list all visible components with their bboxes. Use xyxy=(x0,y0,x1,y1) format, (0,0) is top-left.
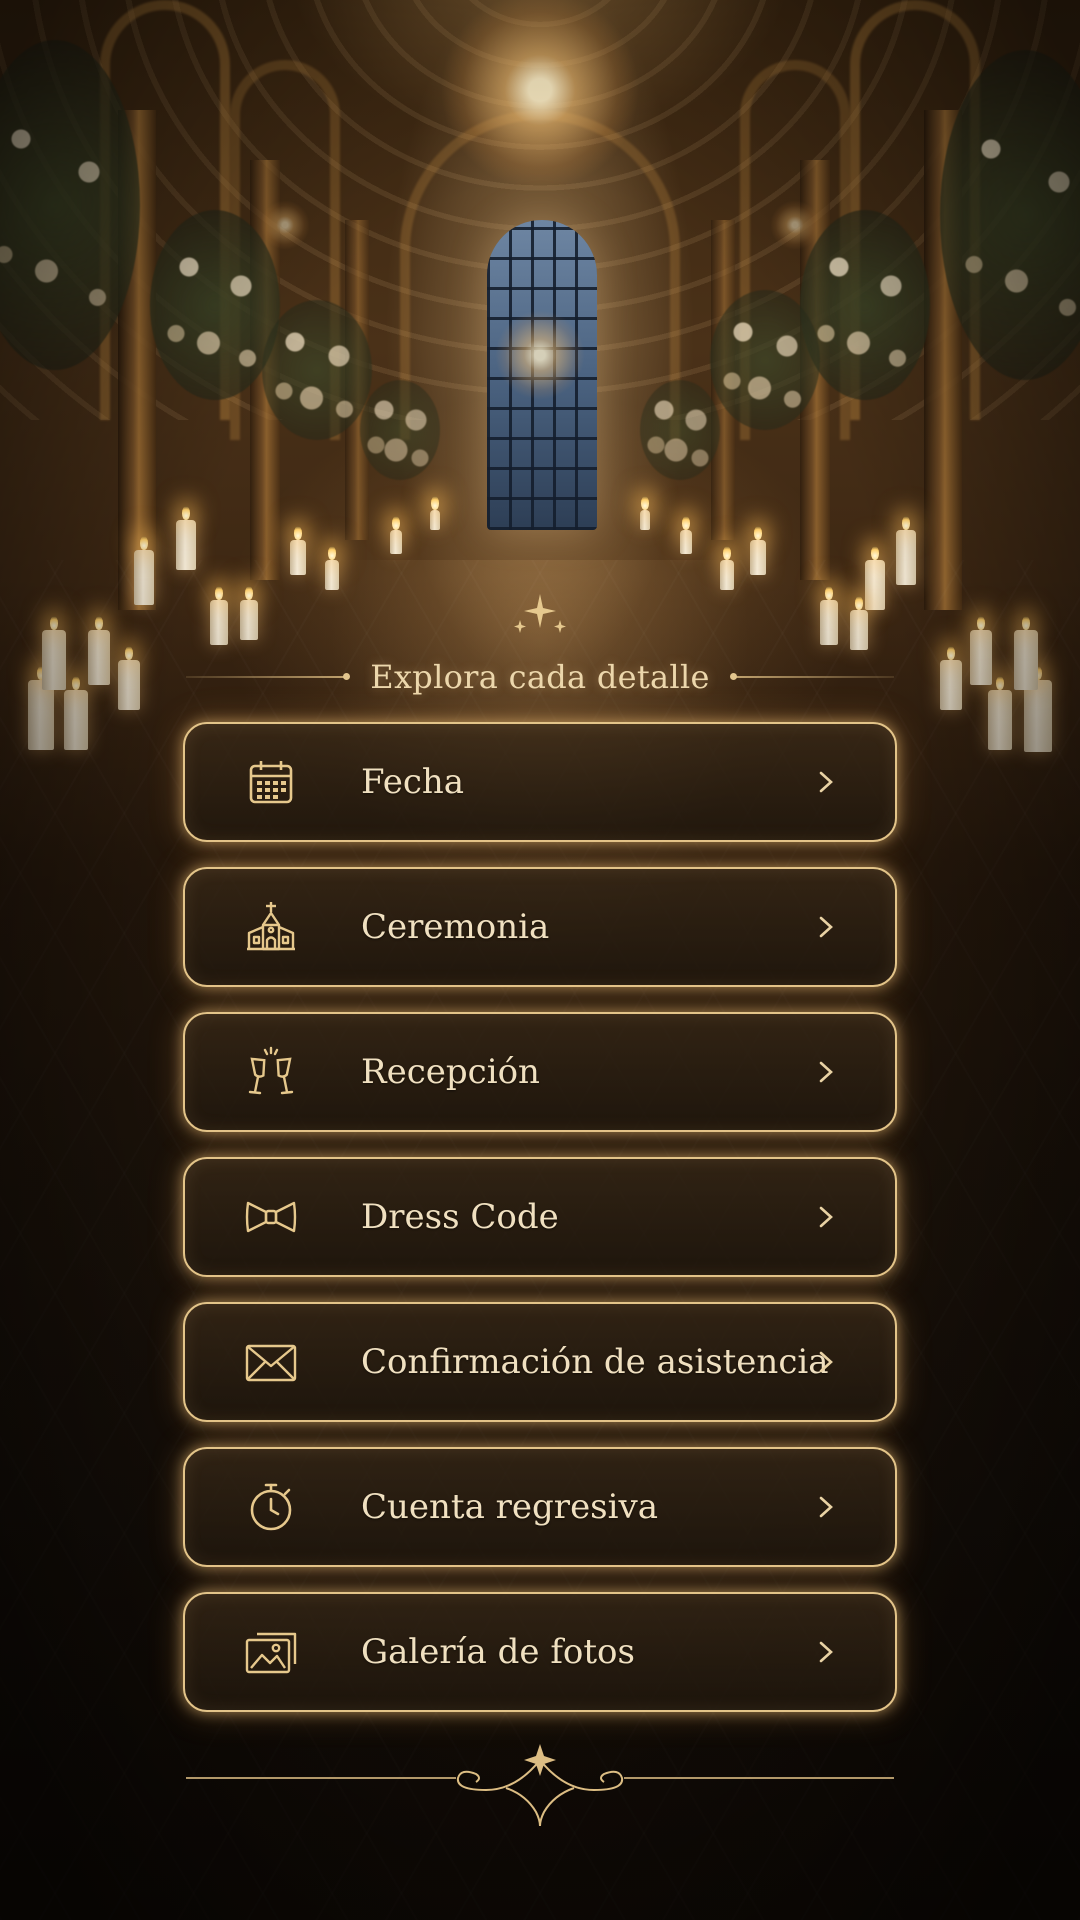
menu-item-label: Ceremonia xyxy=(361,907,550,947)
photo-gallery-icon xyxy=(245,1626,297,1678)
envelope-icon xyxy=(245,1336,297,1388)
sparkle-icon xyxy=(514,594,566,633)
menu-item-label: Recepción xyxy=(361,1052,540,1092)
menu-item-label: Cuenta regresiva xyxy=(361,1487,658,1527)
church-icon xyxy=(245,901,297,953)
chevron-right-icon xyxy=(819,1641,833,1663)
chevron-right-icon xyxy=(819,1206,833,1228)
menu-item-recepcion[interactable]: Recepción xyxy=(183,1012,897,1132)
menu-item-cuenta-regresiva[interactable]: Cuenta regresiva xyxy=(183,1447,897,1567)
menu-item-label: Galería de fotos xyxy=(361,1632,635,1672)
menu-item-confirmacion[interactable]: Confirmación de asistencia xyxy=(183,1302,897,1422)
chevron-right-icon xyxy=(819,771,833,793)
chevron-right-icon xyxy=(819,916,833,938)
stopwatch-icon xyxy=(245,1481,297,1533)
bow-tie-icon xyxy=(245,1191,297,1243)
section-title: Explora cada detalle xyxy=(370,658,710,696)
menu-item-label: Confirmación de asistencia xyxy=(361,1342,829,1382)
chevron-right-icon xyxy=(819,1496,833,1518)
chevron-right-icon xyxy=(819,1061,833,1083)
menu-item-dress-code[interactable]: Dress Code xyxy=(183,1157,897,1277)
divider-line-left xyxy=(186,673,351,680)
menu-item-label: Fecha xyxy=(361,762,465,802)
chevron-right-icon xyxy=(819,1351,833,1373)
menu-item-fecha[interactable]: Fecha xyxy=(183,722,897,842)
divider-line-right xyxy=(729,673,894,680)
ornamental-divider-icon xyxy=(186,1744,894,1827)
section-header: Explora cada detalle xyxy=(186,655,894,699)
menu-item-galeria[interactable]: Galería de fotos xyxy=(183,1592,897,1712)
menu-item-label: Dress Code xyxy=(361,1197,559,1237)
calendar-icon xyxy=(245,756,297,808)
menu-item-ceremonia[interactable]: Ceremonia xyxy=(183,867,897,987)
champagne-glasses-icon xyxy=(245,1046,297,1098)
details-menu: Fecha Ceremonia Recepción Dress Code Con… xyxy=(183,722,897,1737)
